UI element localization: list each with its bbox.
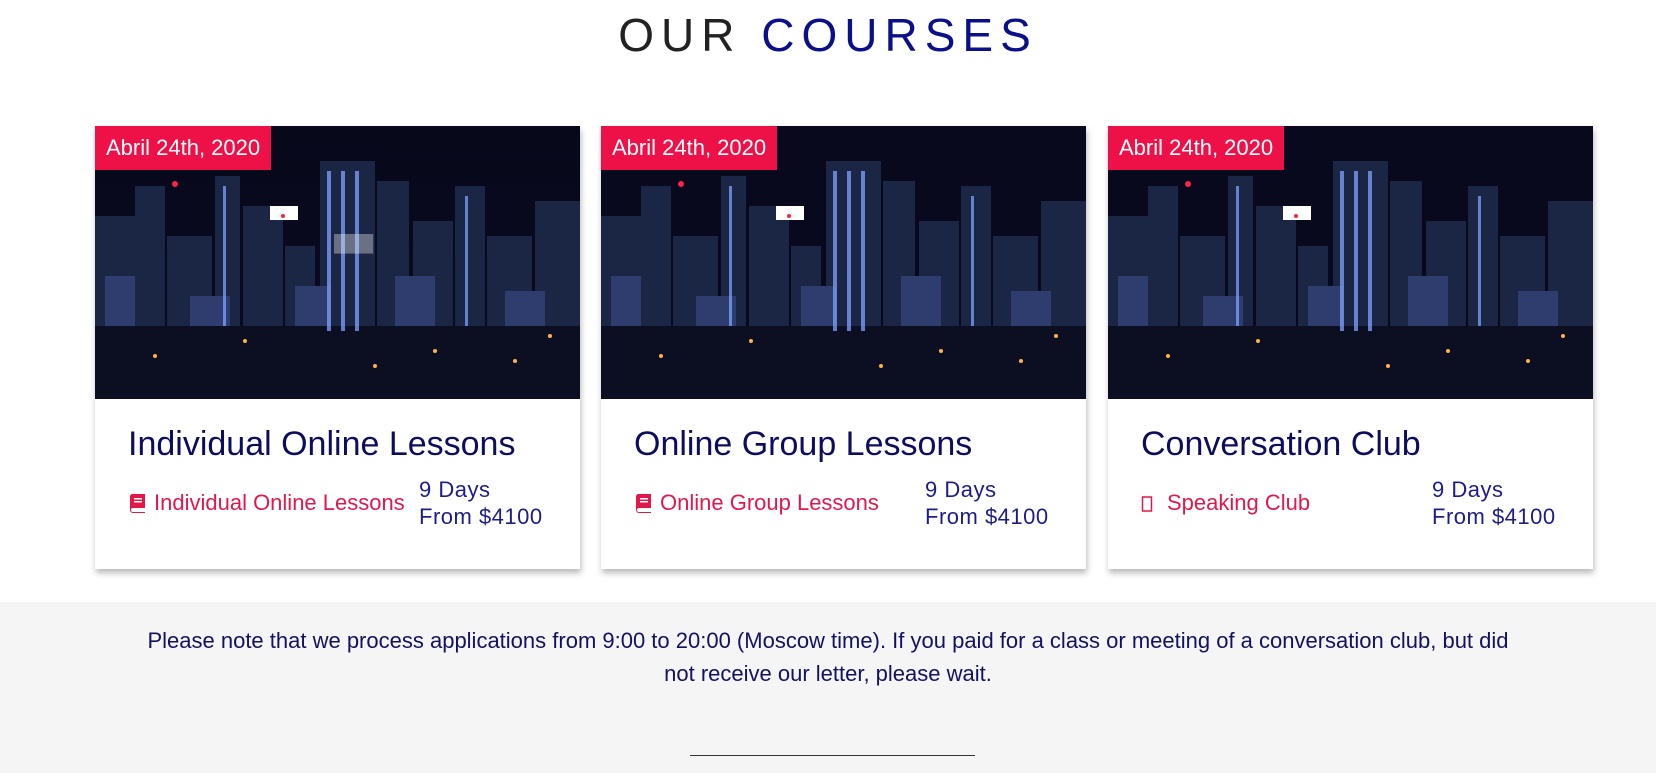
course-type[interactable]: Online Group Lessons — [634, 490, 879, 516]
book-icon — [128, 493, 146, 513]
divider — [690, 755, 975, 756]
course-title[interactable]: Conversation Club — [1141, 425, 1421, 464]
course-card[interactable]: Abril 24th, 2020 Online Group Lessons On… — [601, 126, 1086, 569]
course-type[interactable]: Speaking Club — [1141, 490, 1310, 516]
course-type-label: Online Group Lessons — [660, 490, 879, 515]
course-card[interactable]: Abril 24th, 2020 Conversation Club Speak… — [1108, 126, 1593, 569]
course-type[interactable]: Individual Online Lessons — [128, 490, 405, 516]
course-meta: 9 Days From $4100 — [925, 476, 1049, 530]
course-card[interactable]: Abril 24th, 2020 Individual Online Lesso… — [95, 126, 580, 569]
course-price: From $4100 — [419, 504, 543, 529]
course-type-label: Speaking Club — [1167, 490, 1311, 515]
date-badge: Abril 24th, 2020 — [95, 126, 272, 170]
course-meta: 9 Days From $4100 — [419, 476, 543, 530]
notice-text: Please note that we process applications… — [147, 628, 1509, 686]
course-meta: 9 Days From $4100 — [1432, 476, 1556, 530]
course-duration: 9 Days — [1432, 477, 1504, 502]
notice-section: Please note that we process applications… — [0, 602, 1656, 773]
section-title-word-2: COURSES — [761, 9, 1038, 61]
date-badge: Abril 24th, 2020 — [601, 126, 778, 170]
course-price: From $4100 — [1432, 504, 1556, 529]
section-title-word-1: OUR — [618, 9, 742, 61]
book-icon — [634, 493, 652, 513]
course-price: From $4100 — [925, 504, 1049, 529]
date-badge: Abril 24th, 2020 — [1108, 126, 1285, 170]
missing-glyph-icon — [1141, 493, 1159, 513]
course-duration: 9 Days — [925, 477, 997, 502]
course-title[interactable]: Individual Online Lessons — [128, 425, 515, 464]
course-type-label: Individual Online Lessons — [154, 490, 405, 515]
course-duration: 9 Days — [419, 477, 491, 502]
course-title[interactable]: Online Group Lessons — [634, 425, 972, 464]
section-title: OUR COURSES — [0, 8, 1656, 62]
